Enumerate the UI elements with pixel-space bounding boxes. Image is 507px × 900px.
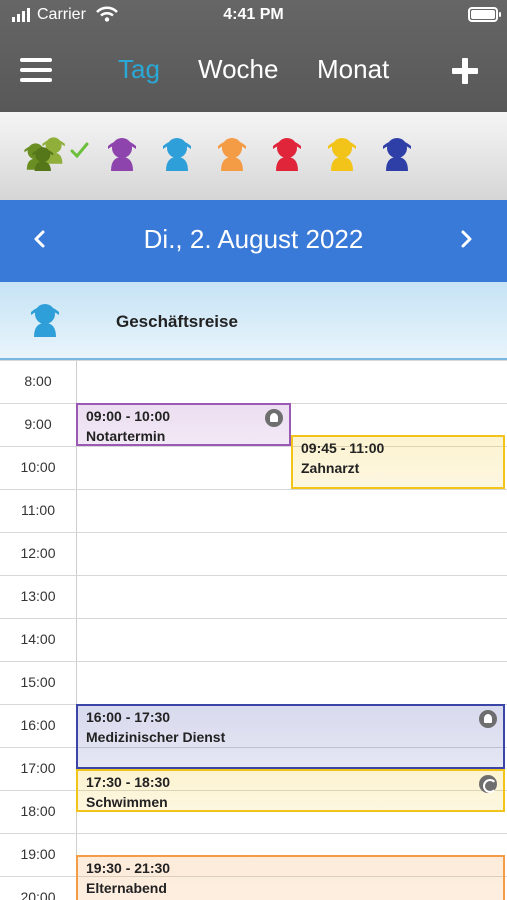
- hour-label: 14:00: [20, 631, 56, 647]
- event-time: 17:30 - 18:30: [86, 773, 171, 790]
- all-day-event[interactable]: Geschäftsreise: [0, 282, 507, 360]
- hour-label: 12:00: [20, 545, 56, 561]
- event-time: 19:30 - 21:30: [86, 859, 171, 876]
- battery-icon: [468, 7, 501, 22]
- hour-label: 11:00: [21, 502, 55, 518]
- clock: 4:41 PM: [223, 6, 284, 23]
- tab-week[interactable]: Woche: [198, 54, 278, 85]
- hour-label: 16:00: [20, 717, 56, 733]
- hour-label: 20:00: [20, 889, 56, 900]
- person-avatar-icon[interactable]: [270, 135, 304, 171]
- person-avatar-icon[interactable]: [105, 135, 139, 171]
- hour-row[interactable]: 12:00: [0, 532, 507, 575]
- hour-label: 10:00: [20, 459, 56, 475]
- note-icon: [265, 409, 283, 427]
- hour-label: 17:00: [20, 760, 56, 776]
- hour-row[interactable]: 14:00: [0, 618, 507, 661]
- hour-label: 8:00: [24, 373, 52, 389]
- event-block[interactable]: 09:45 - 11:00 Zahnarzt: [291, 435, 505, 489]
- event-block[interactable]: 17:30 - 18:30 Schwimmen: [76, 768, 505, 812]
- date-header: Di., 2. August 2022: [0, 200, 507, 282]
- tab-month[interactable]: Monat: [317, 54, 389, 85]
- hour-row[interactable]: 15:00: [0, 661, 507, 704]
- person-avatar-icon[interactable]: [160, 135, 194, 171]
- hour-label: 9:00: [24, 416, 52, 432]
- tab-day[interactable]: Tag: [118, 54, 160, 85]
- person-avatar-icon[interactable]: [380, 135, 414, 171]
- event-block[interactable]: 16:00 - 17:30 Medizinischer Dienst: [76, 704, 505, 769]
- chevron-right-icon[interactable]: [456, 224, 478, 254]
- person-avatar-icon[interactable]: [325, 135, 359, 171]
- event-title: Medizinischer Dienst: [86, 729, 226, 745]
- repeat-icon: [479, 774, 497, 793]
- event-time: 09:00 - 10:00: [86, 408, 171, 424]
- hour-row[interactable]: 8:00: [0, 360, 507, 403]
- person-avatar-icon: [31, 304, 59, 337]
- add-event-button[interactable]: [452, 58, 478, 84]
- hour-label: 19:00: [20, 846, 56, 862]
- hour-label: 18:00: [20, 803, 56, 819]
- event-time: 16:00 - 17:30: [86, 709, 171, 725]
- hour-label: 15:00: [20, 674, 56, 690]
- top-bar: Carrier 4:41 PM Tag Woche Monat: [0, 0, 507, 112]
- note-icon: [479, 710, 497, 728]
- hour-row[interactable]: 11:00: [0, 489, 507, 532]
- event-title: Notartermin: [86, 428, 166, 444]
- event-time: 09:45 - 11:00: [301, 440, 385, 457]
- status-bar: Carrier 4:41 PM: [0, 0, 507, 32]
- hour-label: 13:00: [20, 588, 56, 604]
- event-title: Schwimmen: [86, 793, 168, 810]
- person-avatar-icon[interactable]: [215, 135, 249, 171]
- day-schedule: 8:00 9:00 10:00 11:00 12:00 13:00 14:00 15:00 16…: [0, 360, 507, 900]
- event-title: Zahnarzt: [301, 460, 360, 477]
- group-icon: [24, 137, 89, 172]
- group-avatar-icon[interactable]: [22, 135, 90, 172]
- all-day-event-title: Geschäftsreise: [116, 312, 238, 331]
- event-block[interactable]: 09:00 - 10:00 Notartermin: [76, 403, 291, 446]
- menu-button[interactable]: [20, 56, 52, 84]
- current-date: Di., 2. August 2022: [143, 224, 364, 254]
- event-title: Elternabend: [86, 879, 167, 896]
- hour-row[interactable]: 13:00: [0, 575, 507, 618]
- event-block[interactable]: 19:30 - 21:30 Elternabend: [76, 854, 505, 900]
